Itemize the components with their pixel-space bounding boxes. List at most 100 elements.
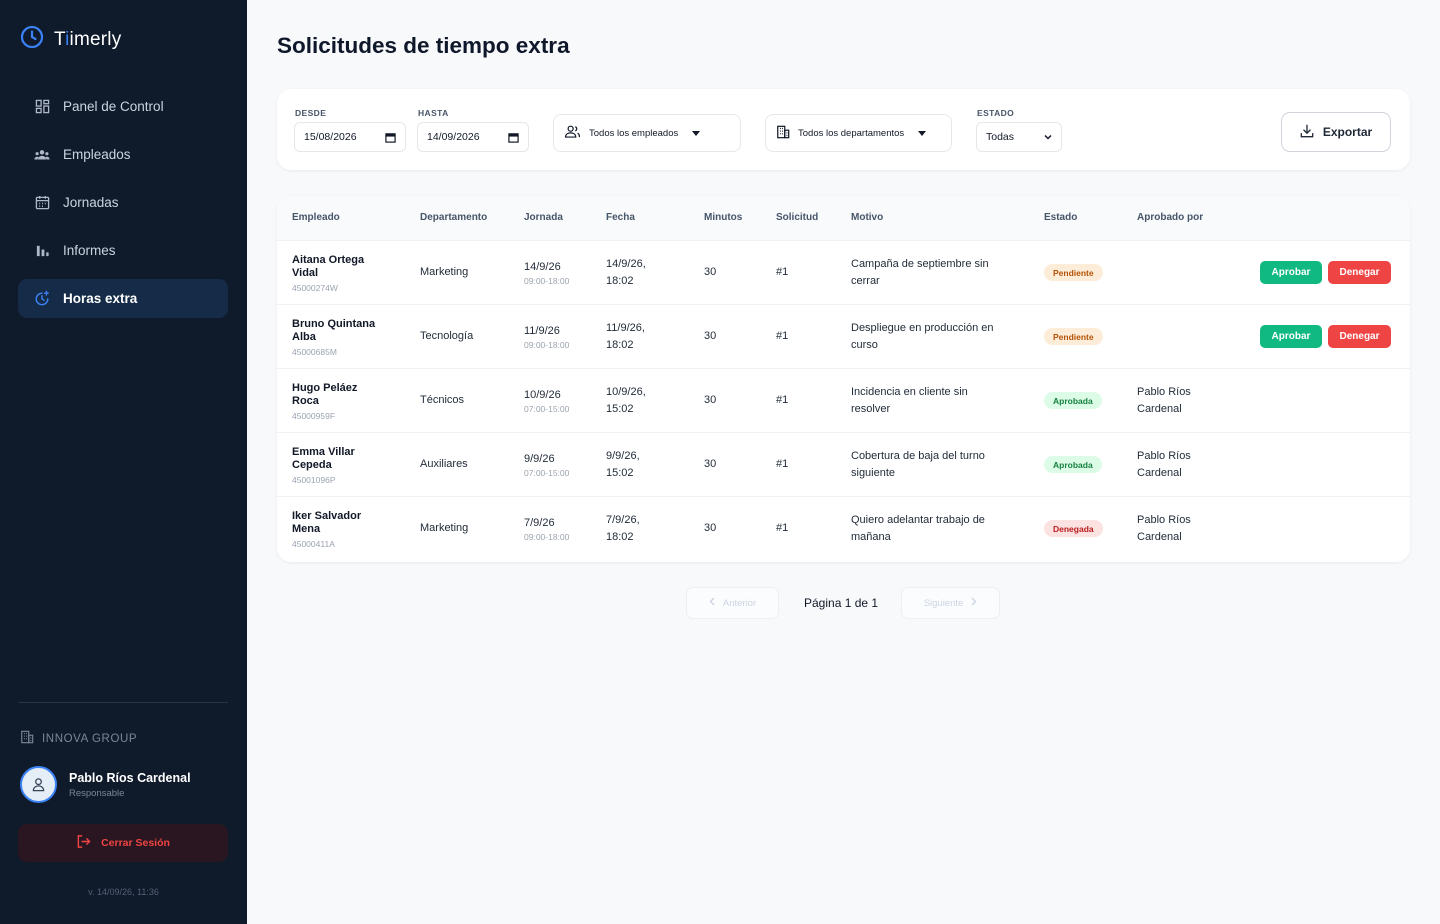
approve-button[interactable]: Aprobar [1260, 261, 1322, 284]
column-header-empleado[interactable]: Empleado [292, 212, 340, 223]
employee-cell: Emma Villar Cepeda 45001096P [292, 446, 355, 486]
sidebar-nav: Panel de Control Empleados Jornadas Info… [18, 87, 228, 327]
minutes-cell: 30 [704, 458, 717, 470]
estado-select[interactable]: Todas [976, 122, 1062, 152]
approved-by-cell: Pablo Ríos Cardenal [1137, 450, 1191, 479]
next-page-button[interactable]: Siguiente [901, 587, 1000, 619]
status-badge: Aprobada [1044, 456, 1102, 473]
table-header: Empleado Departamento Jornada Fecha Minu… [277, 196, 1410, 240]
column-header-departamento[interactable]: Departamento [420, 212, 487, 223]
logout-icon [76, 834, 91, 852]
sidebar-item-label: Horas extra [63, 291, 138, 306]
column-header-estado[interactable]: Estado [1044, 212, 1077, 223]
employee-cell: Iker Salvador Mena 45000411A [292, 510, 362, 550]
users-icon [34, 147, 50, 163]
shift-cell: 11/9/26 09:00-18:00 [524, 325, 570, 350]
column-header-aprobado-por[interactable]: Aprobado por [1137, 212, 1203, 223]
department-cell: Auxiliares [420, 458, 468, 470]
clock-plus-icon [34, 290, 50, 307]
table-row: Bruno Quintana Alba 45000685M Tecnología… [277, 304, 1410, 368]
department-cell: Tecnología [420, 330, 474, 342]
minutes-cell: 30 [704, 330, 717, 342]
hasta-date-input[interactable]: 14/09/2026 [417, 122, 529, 152]
department-filter-select[interactable]: Todos los departamentos [765, 114, 952, 152]
page-title: Solicitudes de tiempo extra [277, 33, 570, 58]
minutes-cell: 30 [704, 394, 717, 406]
date-cell: 10/9/26, 15:02 [606, 386, 646, 415]
building-icon [776, 125, 790, 142]
reason-cell: Incidencia en cliente sin resolver [851, 386, 968, 415]
approved-by-cell: Pablo Ríos Cardenal [1137, 514, 1191, 543]
user-name: Pablo Ríos Cardenal [69, 770, 191, 785]
reason-cell: Cobertura de baja del turno siguiente [851, 450, 985, 479]
table-row: Iker Salvador Mena 45000411A Marketing 7… [277, 496, 1410, 560]
avatar [20, 766, 57, 803]
status-badge: Denegada [1044, 520, 1103, 537]
status-badge: Pendiente [1044, 264, 1103, 281]
request-number-cell: #1 [776, 458, 789, 470]
sidebar-item-label: Informes [63, 243, 116, 258]
minutes-cell: 30 [704, 266, 717, 278]
sidebar-item-jornadas[interactable]: Jornadas [18, 183, 228, 222]
table-row: Aitana Ortega Vidal 45000274W Marketing … [277, 240, 1410, 304]
logout-button[interactable]: Cerrar Sesión [18, 824, 228, 862]
table-row: Hugo Peláez Roca 45000959F Técnicos 10/9… [277, 368, 1410, 432]
reason-cell: Quiero adelantar trabajo de mañana [851, 514, 985, 543]
calendar-icon [508, 132, 519, 143]
column-header-minutos[interactable]: Minutos [704, 212, 742, 223]
request-number-cell: #1 [776, 330, 789, 342]
brand-logo[interactable]: Tiimerly [20, 25, 121, 54]
sidebar-item-empleados[interactable]: Empleados [18, 135, 228, 174]
sidebar-item-label: Panel de Control [63, 99, 164, 114]
page-indicator: Página 1 de 1 [804, 596, 879, 610]
shift-cell: 10/9/26 07:00-15:00 [524, 389, 570, 414]
deny-button[interactable]: Denegar [1328, 325, 1391, 348]
bar-chart-icon [34, 243, 50, 259]
approve-button[interactable]: Aprobar [1260, 325, 1322, 348]
clock-icon [20, 25, 44, 54]
approved-by-cell: Pablo Ríos Cardenal [1137, 386, 1191, 415]
reason-cell: Despliegue en producción en curso [851, 322, 994, 351]
column-header-jornada[interactable]: Jornada [524, 212, 563, 223]
status-badge: Pendiente [1044, 328, 1103, 345]
request-number-cell: #1 [776, 394, 789, 406]
organization-name: INNOVA GROUP [20, 730, 137, 747]
sidebar-item-informes[interactable]: Informes [18, 231, 228, 270]
building-icon [20, 730, 34, 747]
sidebar: Tiimerly Panel de Control Empleados Jorn… [0, 0, 247, 924]
deny-button[interactable]: Denegar [1328, 261, 1391, 284]
export-button[interactable]: Exportar [1281, 112, 1391, 152]
brand-name: Tiimerly [54, 28, 122, 50]
employee-cell: Bruno Quintana Alba 45000685M [292, 318, 376, 358]
sidebar-divider [18, 702, 228, 703]
sidebar-item-panel-de-control[interactable]: Panel de Control [18, 87, 228, 126]
desde-date-input[interactable]: 15/08/2026 [294, 122, 406, 152]
employee-cell: Aitana Ortega Vidal 45000274W [292, 254, 365, 294]
user-profile[interactable]: Pablo Ríos Cardenal Responsable [20, 766, 191, 803]
sidebar-item-label: Jornadas [63, 195, 119, 210]
request-number-cell: #1 [776, 266, 789, 278]
employee-filter-select[interactable]: Todos los empleados [553, 114, 741, 152]
date-cell: 9/9/26, 15:02 [606, 450, 640, 479]
date-cell: 14/9/26, 18:02 [606, 258, 646, 287]
column-header-motivo[interactable]: Motivo [851, 212, 883, 223]
logout-label: Cerrar Sesión [101, 837, 170, 849]
calendar-icon [34, 195, 50, 211]
estado-label: ESTADO [977, 108, 1015, 118]
sidebar-item-horas-extra[interactable]: Horas extra [18, 279, 228, 318]
status-badge: Aprobada [1044, 392, 1102, 409]
app-version: v. 14/09/26, 11:36 [88, 887, 159, 897]
hasta-label: HASTA [418, 108, 449, 118]
chevron-left-icon [709, 597, 715, 609]
column-header-fecha[interactable]: Fecha [606, 212, 635, 223]
shift-cell: 7/9/26 09:00-18:00 [524, 517, 570, 542]
minutes-cell: 30 [704, 522, 717, 534]
column-header-solicitud[interactable]: Solicitud [776, 212, 818, 223]
download-icon [1300, 124, 1314, 141]
date-cell: 11/9/26, 18:02 [606, 322, 645, 351]
employee-cell: Hugo Peláez Roca 45000959F [292, 382, 358, 422]
dashboard-icon [34, 99, 50, 115]
previous-page-button[interactable]: Anterior [686, 587, 779, 619]
users-icon [564, 125, 581, 141]
date-cell: 7/9/26, 18:02 [606, 514, 640, 543]
